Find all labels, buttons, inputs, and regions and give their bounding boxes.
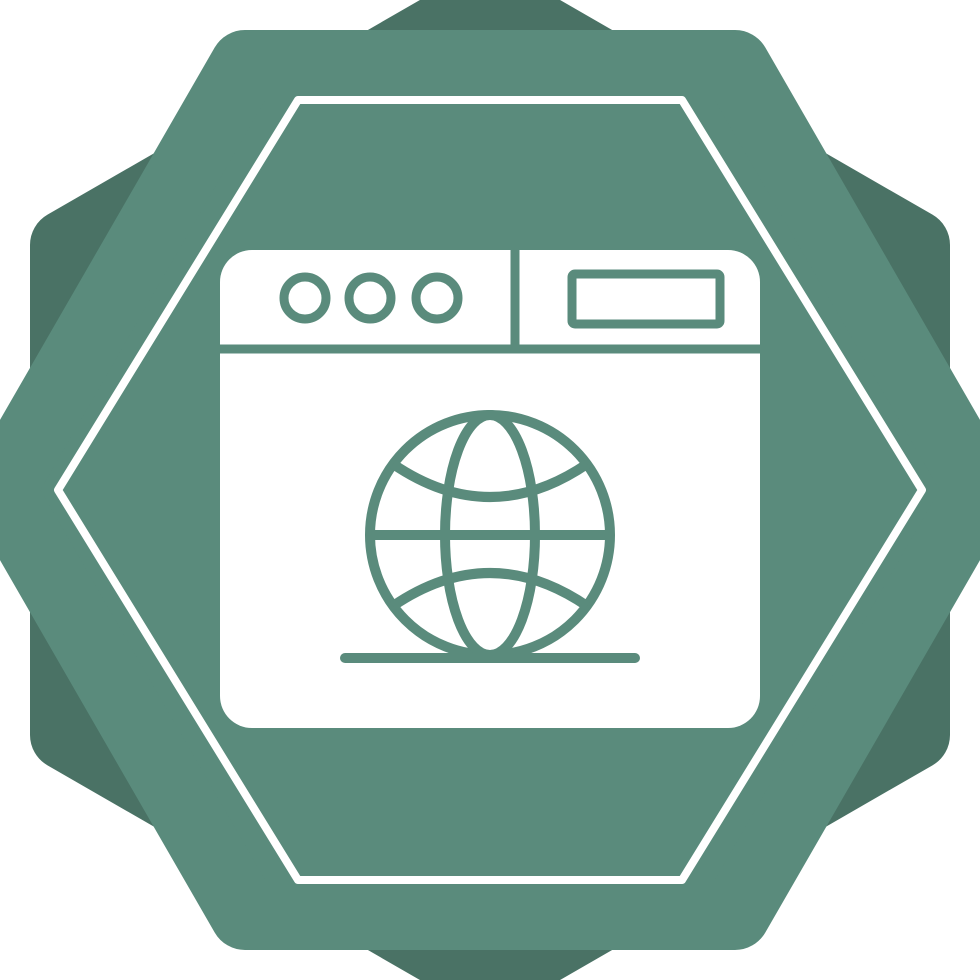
web-browser-globe-icon — [0, 0, 980, 980]
icon-canvas — [0, 0, 980, 980]
